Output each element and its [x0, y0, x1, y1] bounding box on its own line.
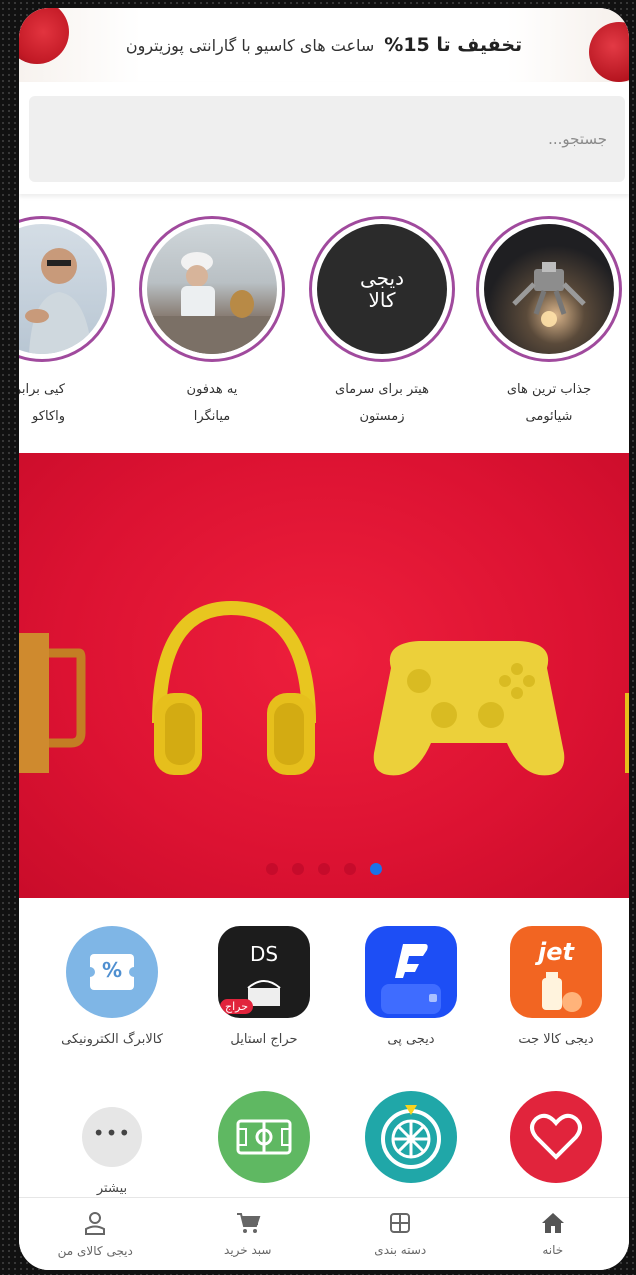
chef-image — [147, 252, 277, 354]
jug-image — [19, 633, 86, 773]
service-more[interactable]: ••• بیشتر — [47, 1091, 177, 1196]
carousel-dot[interactable] — [292, 863, 304, 875]
story-thumbnail — [19, 224, 107, 354]
nav-home-label: خانه — [542, 1243, 564, 1257]
story-ring — [476, 216, 622, 362]
story-ring — [19, 216, 115, 362]
heart-icon — [510, 1091, 602, 1183]
home-icon — [541, 1213, 564, 1233]
carousel-dot[interactable] — [266, 863, 278, 875]
cart-icon — [236, 1213, 261, 1233]
promo-decoration-right — [589, 22, 629, 82]
story-caption: یه هدفون میانگرا — [186, 382, 238, 424]
promo-decoration-left — [19, 8, 69, 64]
user-icon — [85, 1212, 106, 1235]
headphones-image — [152, 600, 316, 775]
voucher-icon: % — [66, 926, 158, 1018]
story-caption: جذاب ترین های شیائومی — [506, 382, 592, 424]
promo-discount: تخفیف تا 15% — [384, 34, 523, 56]
story-item[interactable]: یه هدفون میانگرا — [139, 216, 285, 430]
search-input[interactable]: جستجو... — [29, 96, 625, 182]
nav-profile[interactable]: دیجی کالای من — [19, 1198, 172, 1270]
man-portrait-image — [25, 248, 92, 354]
story-item[interactable]: کیی برابر اواکاکو — [19, 216, 115, 430]
ds-sale-icon: DS حراج — [218, 926, 310, 1018]
stories-row: جذاب ترین های شیائومی دیجی کالا هیتر برای… — [19, 208, 629, 448]
nav-categories[interactable]: دسته بندی — [324, 1198, 477, 1270]
phone-screen: تخفیف تا 15% ساعت های کاسیو با گارانتی پ… — [19, 8, 629, 1270]
story-ring: دیجی کالا — [309, 216, 455, 362]
story-ring — [139, 216, 285, 362]
story-thumbnail — [147, 224, 277, 354]
story-item[interactable]: جذاب ترین های شیائومی — [476, 216, 622, 430]
story-caption: کیی برابر اواکاکو — [19, 382, 65, 424]
nav-profile-label: دیجی کالای من — [57, 1244, 133, 1258]
service-label: دیجی پی — [387, 1032, 435, 1047]
service-label: دیجی کالا جت — [518, 1032, 594, 1047]
service-ds-sale[interactable]: DS حراج حراج استایل — [199, 926, 329, 1047]
sale-badge: حراج — [220, 999, 254, 1014]
service-label: بیشتر — [96, 1181, 128, 1196]
carousel-dot[interactable] — [344, 863, 356, 875]
category-icon — [390, 1213, 411, 1233]
services-grid: jet دیجی کالا جت دیجی پی DS حراج حراج اس… — [19, 908, 629, 1208]
service-wishlist[interactable] — [491, 1091, 621, 1197]
service-voucher[interactable]: % کالابرگ الکترونیکی — [47, 926, 177, 1047]
nav-categories-label: دسته بندی — [374, 1243, 427, 1257]
jet-icon: jet — [510, 926, 602, 1018]
more-icon: ••• — [82, 1107, 142, 1167]
service-digikala-jet[interactable]: jet دیجی کالا جت — [491, 926, 621, 1047]
carousel-dot-active[interactable] — [370, 863, 382, 875]
promo-banner[interactable]: تخفیف تا 15% ساعت های کاسیو با گارانتی پ… — [19, 8, 629, 82]
nav-cart-label: سبد خرید — [224, 1243, 272, 1257]
service-lucky-wheel[interactable] — [346, 1091, 476, 1197]
search-placeholder: جستجو... — [548, 130, 607, 148]
bottom-navigation: خانه دسته بندی سبد خرید دیجی کالای من — [19, 1197, 629, 1270]
nav-cart[interactable]: سبد خرید — [172, 1198, 325, 1270]
promo-text: ساعت های کاسیو با گارانتی پوزیترون — [125, 35, 375, 55]
service-digipay[interactable]: دیجی پی — [346, 926, 476, 1047]
hero-slide-image — [19, 600, 629, 776]
hero-carousel[interactable] — [19, 453, 629, 898]
service-football[interactable] — [199, 1091, 329, 1197]
story-caption: هیتر برای سرمای زمستون — [335, 382, 429, 424]
service-label: حراج استایل — [230, 1032, 298, 1047]
story-thumbnail — [484, 224, 614, 354]
robot-toy-image — [512, 262, 586, 327]
carousel-dot[interactable] — [318, 863, 330, 875]
service-label: کالابرگ الکترونیکی — [61, 1032, 163, 1047]
digipay-icon — [365, 926, 457, 1018]
wheel-icon — [365, 1091, 457, 1183]
gamepad-image — [373, 641, 565, 776]
story-item[interactable]: دیجی کالا هیتر برای سرمای زمستون — [309, 216, 455, 430]
carousel-indicators — [19, 863, 629, 875]
digikala-logo: دیجی کالا — [317, 224, 447, 354]
search-bar-container: جستجو... — [19, 82, 629, 194]
football-field-icon — [218, 1091, 310, 1183]
nav-home[interactable]: خانه — [477, 1198, 630, 1270]
